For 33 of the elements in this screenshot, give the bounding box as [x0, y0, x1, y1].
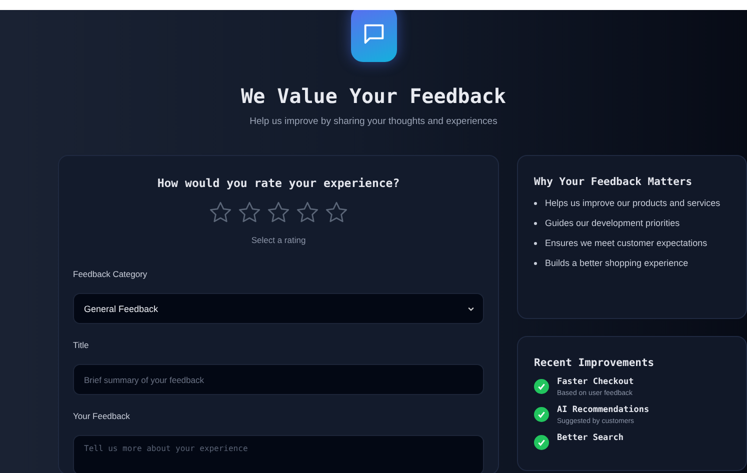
chevron-down-icon: [467, 304, 475, 312]
improvement-title: Better Search: [557, 433, 624, 443]
page-subtitle: Help us improve by sharing your thoughts and experiences: [250, 116, 498, 127]
star-icon[interactable]: [295, 200, 320, 225]
card-title: Why Your Feedback Matters: [534, 176, 694, 188]
bullet-icon: [534, 222, 537, 224]
bullet-icon: [534, 262, 537, 264]
rating-question: How would you rate your experience?: [156, 176, 401, 190]
field-label: Title: [73, 340, 89, 350]
check-icon: [534, 435, 549, 450]
star-icon[interactable]: [266, 200, 291, 225]
bullet-icon: [534, 242, 537, 244]
list-item: Ensures we meet customer expectations: [545, 238, 708, 248]
check-icon: [534, 407, 549, 422]
card-title: Recent Improvements: [534, 357, 656, 369]
rating-hint: Select a rating: [250, 235, 307, 245]
star-icon[interactable]: [237, 200, 262, 225]
feedback-textarea[interactable]: Tell us more about your experience: [73, 435, 484, 473]
field-label: Your Feedback: [73, 411, 130, 421]
chat-icon: [350, 10, 396, 62]
list-item: Builds a better shopping experience: [545, 258, 688, 268]
list-item: Guides our development priorities: [545, 218, 680, 228]
page-title: We Value Your Feedback: [241, 84, 506, 108]
field-label: Feedback Category: [73, 269, 148, 279]
bullet-icon: [534, 202, 537, 204]
title-field[interactable]: Brief summary of your feedback: [73, 364, 484, 395]
category-select[interactable]: General Feedback: [73, 293, 484, 324]
star-icon[interactable]: [208, 200, 233, 225]
list-item: Helps us improve our products and services: [545, 198, 720, 208]
improvement-title: AI Recommendations: [557, 405, 650, 415]
check-icon: [534, 379, 549, 394]
improvement-title: Faster Checkout: [557, 377, 634, 387]
star-icon[interactable]: [324, 200, 349, 225]
